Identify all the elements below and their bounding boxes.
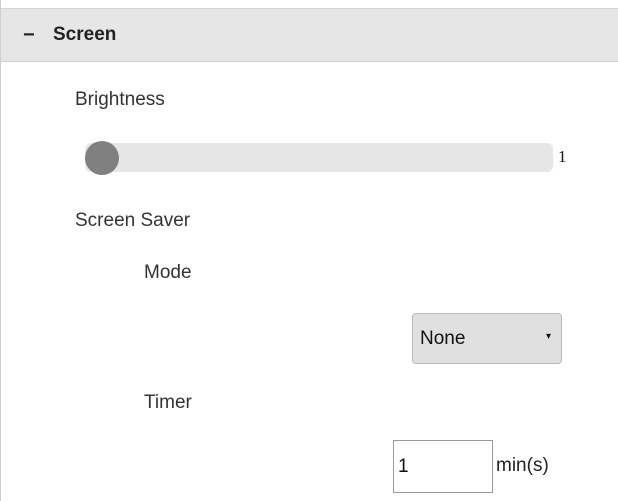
collapse-icon[interactable]: − [23,24,41,47]
mode-label: Mode [144,262,192,283]
timer-input[interactable] [393,440,493,493]
screen-section-header[interactable]: − Screen [1,8,618,62]
timer-unit-label: min(s) [496,455,549,476]
mode-select-value: None [420,327,466,349]
settings-panel: − Screen Brightness 1 Screen Saver Mode … [0,0,618,501]
dropdown-caret-icon: ▾ [545,331,551,342]
screen-saver-label: Screen Saver [75,210,191,231]
brightness-label: Brightness [75,89,165,110]
brightness-slider-track[interactable] [85,143,553,172]
mode-select[interactable]: None ▾ [412,313,562,364]
brightness-slider-thumb[interactable] [85,141,119,175]
brightness-value: 1 [558,147,567,166]
section-title: Screen [53,24,117,45]
timer-label: Timer [144,392,192,413]
